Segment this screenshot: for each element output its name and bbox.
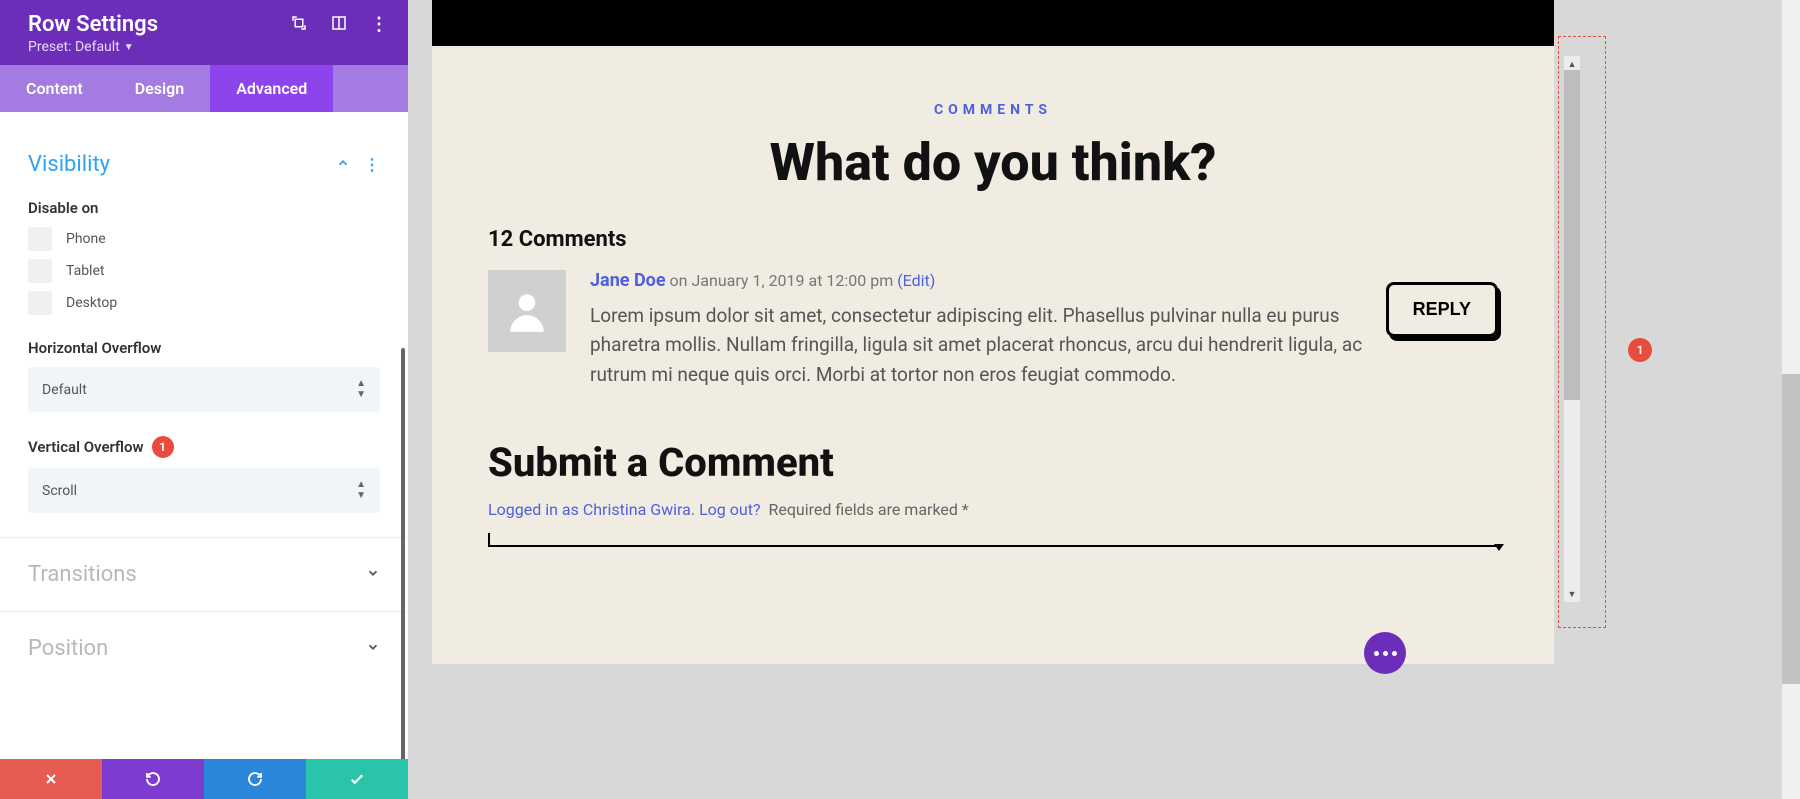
comments-title: What do you think?	[488, 132, 1498, 193]
settings-panel: Row Settings ⋮ Preset: Default ▼ Content…	[0, 0, 408, 799]
panel-footer	[0, 759, 408, 799]
builder-fab[interactable]	[1364, 632, 1406, 674]
checkbox-tablet[interactable]	[28, 259, 52, 283]
vertical-overflow-label: Vertical Overflow 1	[28, 436, 380, 458]
section-title-transitions: Transitions	[28, 562, 137, 587]
chevron-down-icon	[366, 565, 380, 584]
settings-tabs: Content Design Advanced	[0, 65, 408, 112]
disable-tablet-row[interactable]: Tablet	[28, 259, 380, 283]
disable-phone-row[interactable]: Phone	[28, 227, 380, 251]
more-icon[interactable]: ⋮	[370, 16, 388, 34]
annotation-badge: 1	[1628, 338, 1652, 362]
submit-meta: Logged in as Christina Gwira. Log out? R…	[488, 500, 1498, 519]
vertical-overflow-badge: 1	[152, 436, 174, 458]
preview-top-bar	[432, 0, 1554, 46]
reply-button[interactable]: REPLY	[1386, 282, 1498, 337]
comment-row: Jane Doe on January 1, 2019 at 12:00 pm …	[488, 270, 1498, 389]
section-transitions[interactable]: Transitions	[0, 538, 408, 612]
checkbox-desktop[interactable]	[28, 291, 52, 315]
chevron-down-icon	[366, 639, 380, 658]
horizontal-overflow-value: Default	[42, 382, 87, 398]
comment-date: on January 1, 2019 at 12:00 pm	[670, 271, 894, 290]
required-note: Required fields are marked *	[768, 500, 968, 519]
comments-count: 12 Comments	[488, 227, 1498, 252]
collapse-icon[interactable]	[336, 155, 350, 174]
comment-meta: Jane Doe on January 1, 2019 at 12:00 pm …	[590, 270, 1366, 291]
tab-advanced[interactable]: Advanced	[210, 65, 333, 112]
select-caret-icon: ▲▼	[356, 480, 366, 501]
section-title-visibility[interactable]: Visibility	[28, 152, 110, 177]
scroll-down-arrow-icon[interactable]: ▼	[1564, 586, 1580, 602]
section-position[interactable]: Position	[0, 612, 408, 685]
disable-desktop-row[interactable]: Desktop	[28, 291, 380, 315]
checkbox-phone-label: Phone	[66, 231, 106, 247]
module-scrollbar-thumb[interactable]	[1564, 70, 1580, 400]
panel-title: Row Settings	[28, 12, 158, 37]
columns-icon[interactable]	[330, 14, 348, 36]
preset-label: Preset: Default	[28, 39, 120, 55]
undo-button[interactable]	[102, 759, 204, 799]
select-caret-icon: ▲▼	[356, 379, 366, 400]
section-more-icon[interactable]: ⋮	[364, 155, 380, 174]
comment-text: Lorem ipsum dolor sit amet, consectetur …	[590, 301, 1366, 389]
vertical-overflow-label-text: Vertical Overflow	[28, 438, 144, 456]
horizontal-overflow-label: Horizontal Overflow	[28, 339, 380, 357]
tab-design[interactable]: Design	[109, 65, 210, 112]
panel-scrollbar-thumb[interactable]	[401, 348, 405, 759]
comment-textarea[interactable]	[488, 533, 1498, 547]
cancel-button[interactable]	[0, 759, 102, 799]
horizontal-overflow-select[interactable]: Default ▲▼	[28, 367, 380, 412]
section-visibility: Visibility ⋮ Disable on Phone Tablet	[0, 112, 408, 538]
checkbox-tablet-label: Tablet	[66, 263, 104, 279]
save-button[interactable]	[306, 759, 408, 799]
redo-button[interactable]	[204, 759, 306, 799]
vertical-overflow-value: Scroll	[42, 483, 77, 499]
checkbox-desktop-label: Desktop	[66, 295, 117, 311]
expand-icon[interactable]	[290, 14, 308, 36]
preview-frame: COMMENTS What do you think? 12 Comments …	[432, 46, 1554, 664]
panel-header: Row Settings ⋮ Preset: Default ▼	[0, 0, 408, 65]
preset-dropdown[interactable]: Preset: Default ▼	[28, 39, 388, 55]
canvas: COMMENTS What do you think? 12 Comments …	[408, 0, 1800, 799]
comments-eyebrow: COMMENTS	[488, 102, 1498, 118]
disable-on-label: Disable on	[28, 199, 380, 217]
section-title-position: Position	[28, 636, 108, 661]
submit-title: Submit a Comment	[488, 439, 1498, 486]
avatar	[488, 270, 566, 352]
vertical-overflow-select[interactable]: Scroll ▲▼	[28, 468, 380, 513]
logout-link[interactable]: Log out?	[699, 500, 760, 519]
checkbox-phone[interactable]	[28, 227, 52, 251]
tab-content[interactable]: Content	[0, 65, 109, 112]
chevron-down-icon: ▼	[124, 42, 134, 53]
comment-edit-link[interactable]: (Edit)	[897, 271, 935, 290]
window-scrollbar-thumb[interactable]	[1782, 374, 1800, 684]
panel-body: Visibility ⋮ Disable on Phone Tablet	[0, 112, 408, 759]
comment-author[interactable]: Jane Doe	[590, 270, 666, 291]
logged-in-link[interactable]: Logged in as Christina Gwira	[488, 500, 691, 519]
